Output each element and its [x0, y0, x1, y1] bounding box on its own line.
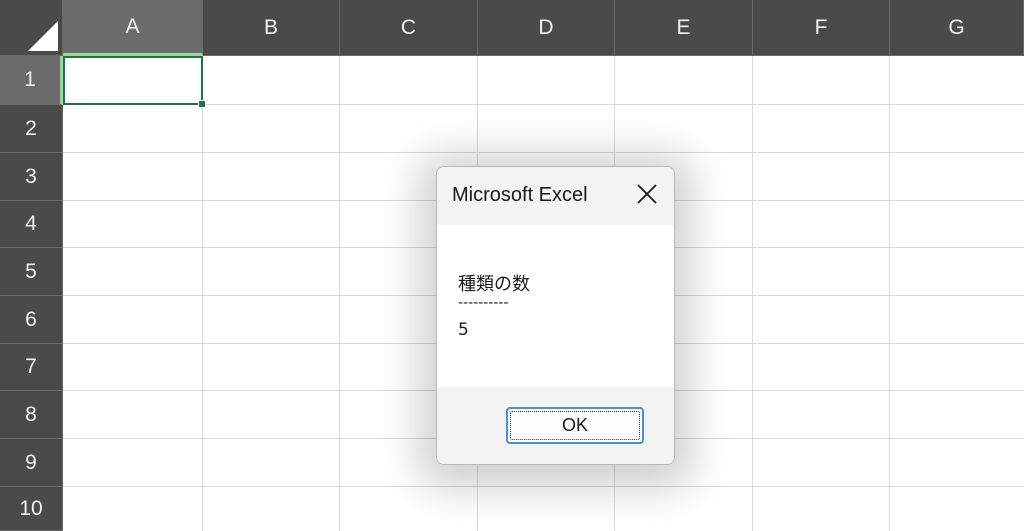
row-header-7[interactable]: 7 — [0, 344, 63, 391]
column-header-d[interactable]: D — [478, 0, 615, 56]
row-header-6[interactable]: 6 — [0, 296, 63, 344]
message-separator: ---------- — [458, 295, 509, 311]
gridline-horizontal — [63, 486, 1024, 487]
gridline-vertical — [889, 56, 890, 531]
column-header-c[interactable]: C — [340, 0, 478, 56]
fill-handle[interactable] — [198, 100, 206, 108]
row-header-5[interactable]: 5 — [0, 248, 63, 296]
gridline-vertical — [339, 56, 340, 531]
dialog-title: Microsoft Excel — [452, 184, 588, 206]
row-header-1[interactable]: 1 — [0, 56, 63, 105]
row-header-3[interactable]: 3 — [0, 153, 63, 201]
ok-button[interactable]: OK — [506, 407, 644, 444]
dialog-body: 種類の数 ---------- 5 — [437, 225, 674, 387]
column-header-b[interactable]: B — [203, 0, 340, 56]
dialog-footer: OK — [437, 387, 674, 464]
gridline-horizontal — [63, 104, 1024, 105]
gridline-vertical — [752, 56, 753, 531]
close-icon — [637, 184, 657, 204]
row-header-4[interactable]: 4 — [0, 201, 63, 248]
row-header-2[interactable]: 2 — [0, 105, 63, 153]
message-count-value: 5 — [458, 320, 469, 340]
column-header-f[interactable]: F — [753, 0, 890, 56]
gridline-horizontal — [63, 152, 1024, 153]
column-header-g[interactable]: G — [890, 0, 1024, 56]
row-header-9[interactable]: 9 — [0, 439, 63, 487]
ok-button-label: OK — [561, 415, 588, 435]
select-all-triangle-icon — [28, 21, 58, 51]
row-header-8[interactable]: 8 — [0, 391, 63, 439]
column-header-a[interactable]: A — [63, 0, 203, 56]
gridline-vertical — [202, 56, 203, 531]
row-header-10[interactable]: 10 — [0, 487, 63, 531]
close-button[interactable] — [632, 179, 662, 209]
column-header-e[interactable]: E — [615, 0, 753, 56]
select-all-button[interactable] — [0, 0, 63, 56]
dialog-titlebar[interactable]: Microsoft Excel — [437, 167, 674, 225]
message-text-line: 種類の数 — [458, 274, 530, 295]
active-cell-a1[interactable] — [63, 56, 206, 108]
message-box-dialog: Microsoft Excel 種類の数 ---------- 5 OK — [436, 166, 675, 465]
